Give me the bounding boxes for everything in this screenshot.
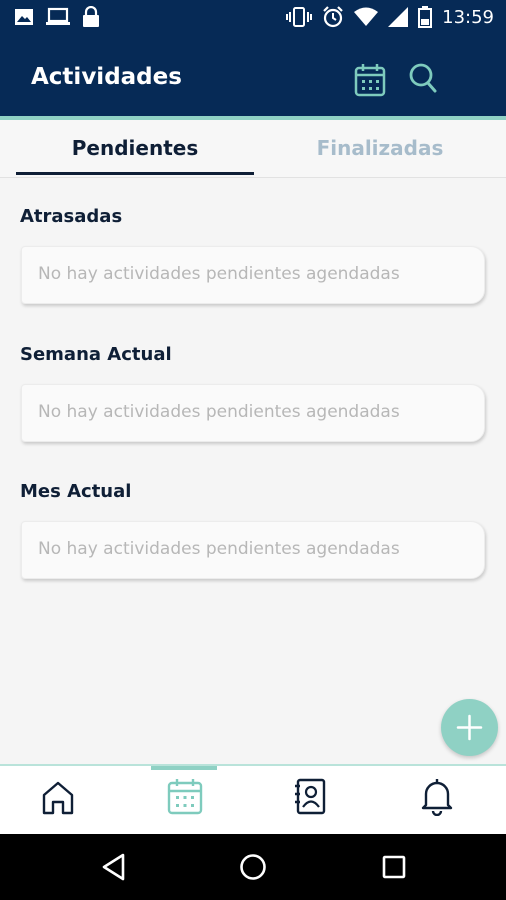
status-bar: 13:59 <box>0 0 506 36</box>
home-icon[interactable] <box>38 778 78 818</box>
alarm-icon <box>323 6 343 28</box>
empty-card-mes-actual: No hay actividades pendientes agendadas <box>21 521 485 579</box>
contacts-icon[interactable] <box>290 776 330 816</box>
section-title-mes-actual: Mes Actual <box>20 481 132 502</box>
plus-icon <box>456 714 483 741</box>
lock-icon <box>83 6 99 27</box>
vibrate-icon <box>286 7 313 27</box>
image-icon <box>15 9 33 25</box>
battery-icon <box>418 6 433 28</box>
tab-pendientes-label: Pendientes <box>71 136 199 160</box>
calendar-icon[interactable] <box>165 776 205 816</box>
section-title-atrasadas: Atrasadas <box>20 206 123 227</box>
tab-finalizadas-label: Finalizadas <box>316 136 444 160</box>
page-title: Actividades <box>31 64 182 90</box>
empty-card-atrasadas: No hay actividades pendientes agendadas <box>21 246 485 304</box>
add-activity-button[interactable] <box>441 699 498 756</box>
empty-message: No hay actividades pendientes agendadas <box>38 539 400 559</box>
calendar-icon[interactable] <box>354 63 386 97</box>
bottom-nav-active-indicator <box>151 766 217 770</box>
tab-bar: Pendientes Finalizadas <box>0 120 506 178</box>
status-time: 13:59 <box>442 6 494 28</box>
status-right-icons: 13:59 <box>286 6 494 28</box>
section-title-semana-actual: Semana Actual <box>20 344 172 365</box>
active-tab-indicator <box>16 172 254 175</box>
empty-card-semana-actual: No hay actividades pendientes agendadas <box>21 384 485 442</box>
signal-icon <box>388 7 409 27</box>
empty-message: No hay actividades pendientes agendadas <box>38 264 400 284</box>
app-bar: Actividades <box>0 36 506 116</box>
search-icon[interactable] <box>408 62 438 94</box>
bell-icon[interactable] <box>417 776 457 816</box>
empty-message: No hay actividades pendientes agendadas <box>38 402 400 422</box>
tab-finalizadas[interactable]: Finalizadas <box>254 120 506 176</box>
status-left-icons <box>14 6 100 28</box>
tab-pendientes[interactable]: Pendientes <box>16 120 254 176</box>
laptop-icon <box>46 7 70 25</box>
back-icon[interactable] <box>99 852 129 882</box>
home-circle-icon[interactable] <box>238 852 268 882</box>
bottom-nav <box>0 764 506 834</box>
system-nav-bar <box>0 834 506 900</box>
wifi-icon <box>354 7 379 26</box>
recents-icon[interactable] <box>379 852 409 882</box>
